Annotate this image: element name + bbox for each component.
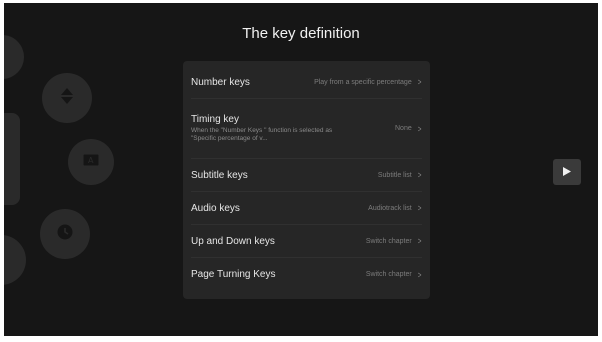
setting-label: Subtitle keys bbox=[191, 169, 248, 181]
setting-row-timing-key[interactable]: Timing key When the "Number Keys " funct… bbox=[191, 99, 422, 159]
setting-label: Timing key bbox=[191, 114, 239, 125]
setting-row-number-keys[interactable]: Number keys Play from a specific percent… bbox=[191, 66, 422, 99]
setting-value-text: Switch chapter bbox=[365, 237, 412, 245]
remote-subtitle-button: A bbox=[68, 139, 114, 185]
remote-button bbox=[4, 235, 26, 285]
setting-label: Page Turning Keys bbox=[191, 269, 276, 280]
setting-value-text: None bbox=[395, 125, 412, 132]
setting-value: Audiotrack list > bbox=[368, 203, 422, 213]
setting-value: Switch chapter > bbox=[366, 236, 422, 246]
setting-value: Switch chapter > bbox=[366, 270, 422, 280]
setting-value-text: Subtitle list bbox=[377, 171, 412, 179]
setting-label: Up and Down keys bbox=[191, 235, 275, 247]
tv-screen: A The key definition Number keys Play fr… bbox=[4, 3, 598, 336]
setting-row-audio-keys[interactable]: Audio keys Audiotrack list > bbox=[191, 192, 422, 225]
page-title: The key definition bbox=[242, 25, 360, 42]
setting-row-subtitle-keys[interactable]: Subtitle keys Subtitle list > bbox=[191, 159, 422, 192]
setting-value-text: Play from a specific percentage bbox=[314, 78, 412, 86]
remote-illustration: A bbox=[4, 35, 114, 303]
chevron-right-icon: > bbox=[417, 269, 422, 280]
setting-value: Subtitle list > bbox=[378, 170, 422, 180]
up-down-arrows-icon bbox=[60, 87, 74, 110]
clock-icon bbox=[57, 224, 73, 245]
play-icon bbox=[563, 163, 571, 181]
play-button[interactable] bbox=[553, 159, 581, 185]
setting-text-group: Timing key When the "Number Keys " funct… bbox=[191, 114, 351, 143]
setting-label: Audio keys bbox=[191, 202, 240, 214]
setting-description: When the "Number Keys " function is sele… bbox=[191, 127, 333, 142]
chevron-right-icon: > bbox=[417, 77, 422, 87]
chevron-right-icon: > bbox=[417, 170, 422, 180]
chevron-right-icon: > bbox=[417, 123, 422, 134]
setting-value: Play from a specific percentage > bbox=[314, 77, 422, 87]
setting-value-text: Audiotrack list bbox=[368, 204, 412, 212]
remote-updown-button bbox=[42, 73, 92, 123]
remote-clock-button bbox=[40, 209, 90, 259]
subtitle-icon: A bbox=[83, 153, 99, 171]
setting-value: None > bbox=[395, 124, 422, 134]
setting-value-text: Switch chapter bbox=[365, 271, 412, 278]
chevron-right-icon: > bbox=[417, 236, 422, 246]
chevron-right-icon: > bbox=[417, 203, 422, 213]
remote-side-bar bbox=[4, 113, 20, 205]
svg-text:A: A bbox=[88, 156, 94, 165]
setting-row-up-down-keys[interactable]: Up and Down keys Switch chapter > bbox=[191, 225, 422, 258]
setting-row-page-turning-keys[interactable]: Page Turning Keys Switch chapter > bbox=[191, 258, 422, 291]
setting-label: Number keys bbox=[191, 76, 250, 88]
settings-panel: Number keys Play from a specific percent… bbox=[183, 61, 430, 299]
